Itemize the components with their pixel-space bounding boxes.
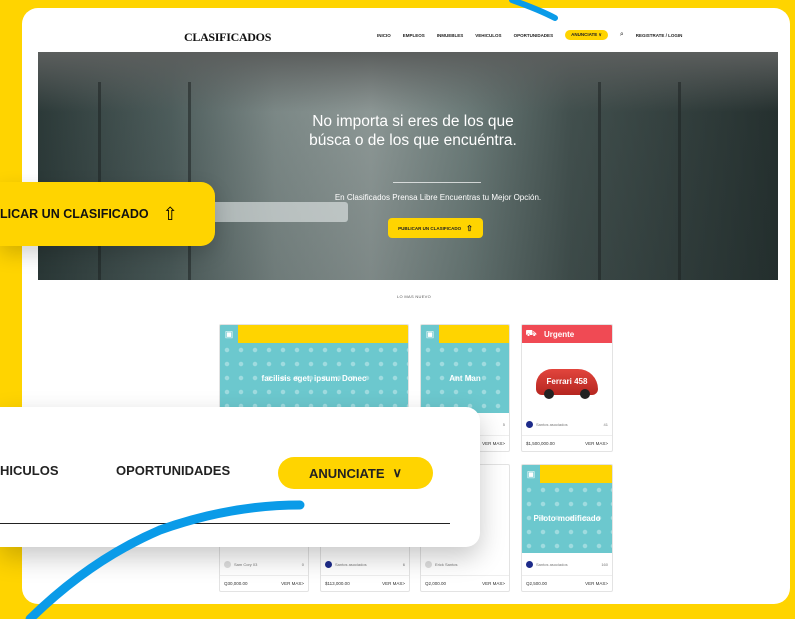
card-price: $1,500,000.00	[526, 441, 555, 446]
ver-mas-link[interactable]: VER MAS>	[281, 581, 304, 586]
share-icon: ⇧	[466, 223, 473, 233]
seller-name: Erick Santos	[435, 561, 458, 567]
card-footer: $113,000.00 VER MAS>	[321, 575, 409, 591]
car-icon: ⛟	[522, 325, 540, 343]
card-title: Ferrari 458	[546, 377, 588, 386]
card-footer: Q2,500.00 VER MAS>	[522, 575, 612, 591]
publish-button[interactable]: PUBLICAR UN CLASIFICADO ⇧	[388, 218, 483, 238]
search-icon[interactable]: ⌕	[620, 31, 624, 39]
window-frame	[678, 82, 681, 280]
menu-item-inmuebles[interactable]: INMUEBLES	[437, 33, 464, 38]
share-icon: ⇧	[162, 203, 178, 224]
card-meta: Sam Cory 03 0	[220, 555, 308, 573]
card-price: $113,000.00	[325, 581, 350, 586]
menu-item-vehiculos-zoom[interactable]: HICULOS	[0, 463, 59, 478]
menu-item-inicio[interactable]: INICIO	[377, 33, 391, 38]
card-header: ⛟ Urgente	[522, 325, 612, 343]
publish-button-label: PUBLICAR UN CLASIFICADO	[398, 225, 462, 231]
anunciate-button-zoom[interactable]: ANUNCIATE ∨	[278, 457, 433, 489]
card-title: facilisis eget, ipsum. Donec	[261, 373, 367, 383]
chevron-down-icon: ∨	[598, 32, 602, 37]
briefcase-icon: ▣	[220, 325, 238, 343]
hero-divider	[393, 182, 481, 183]
underline-divider	[0, 523, 450, 524]
seller-name: Santos asociados	[335, 561, 367, 567]
ver-mas-link[interactable]: VER MAS>	[585, 581, 608, 586]
menu-item-oportunidades[interactable]: OPORTUNIDADES	[514, 33, 554, 38]
view-count: 160	[601, 561, 608, 567]
avatar	[425, 560, 432, 568]
card-image: Piloto modificado	[522, 483, 612, 553]
publish-callout[interactable]: LICAR UN CLASIFICADO ⇧	[0, 182, 215, 246]
window-frame	[188, 82, 191, 280]
card-footer: Q30,000.00 VER MAS>	[220, 575, 308, 591]
ver-mas-link[interactable]: VER MAS>	[482, 441, 505, 446]
hero-ceiling	[38, 52, 778, 112]
card-image: facilisis eget, ipsum. Donec	[220, 343, 408, 413]
view-count: 41	[603, 421, 608, 427]
card-footer: $1,500,000.00 VER MAS>	[522, 435, 612, 451]
ver-mas-link[interactable]: VER MAS>	[382, 581, 405, 586]
window-frame	[98, 82, 101, 280]
card-meta: Santos asociados 41	[522, 415, 612, 433]
anunciate-label: ANUNCIATE	[308, 465, 385, 481]
anunciate-button[interactable]: ANUNCIATE ∨	[565, 30, 608, 40]
avatar	[526, 420, 533, 428]
card-price: Q2,000.00	[425, 581, 447, 586]
menu-item-oportunidades-zoom[interactable]: OPORTUNIDADES	[116, 463, 230, 478]
seller-name: Santos asociados	[536, 561, 568, 567]
briefcase-icon: ▣	[522, 465, 540, 483]
chevron-down-icon: ∨	[392, 465, 403, 480]
anunciate-label: ANUNCIATE	[571, 32, 598, 37]
section-label: LO MAS NUEVO	[397, 294, 432, 299]
hero-subtitle: En Clasificados Prensa Libre Encuentras …	[334, 193, 542, 202]
card-image: Ant Man	[421, 343, 509, 413]
card-price: Q2,500.00	[526, 581, 548, 586]
card-footer: Q2,000.00 VER MAS>	[421, 575, 509, 591]
ver-mas-link[interactable]: VER MAS>	[585, 441, 608, 446]
top-nav: CLASIFICADOS INICIO EMPLEOS INMUEBLES VE…	[22, 8, 790, 50]
card-header: ▣	[421, 325, 509, 343]
card-meta: Santos asociados 160	[522, 555, 612, 573]
hero-title: No importa si eres de los que búsca o de…	[309, 113, 517, 149]
view-count: 5	[502, 421, 505, 427]
main-menu: INICIO EMPLEOS INMUEBLES VEHICULOS OPORT…	[377, 30, 682, 40]
briefcase-icon: ▣	[421, 325, 439, 343]
seller-name: Santos asociados	[536, 421, 568, 427]
listing-card-urgent[interactable]: ⛟ Urgente Ferrari 458 Santos asociados 41 …	[521, 324, 613, 452]
card-meta: Santos asociados 6	[321, 555, 409, 573]
card-title: Piloto modificado	[533, 513, 601, 523]
card-meta: Erick Santos	[421, 555, 509, 573]
ver-mas-link[interactable]: VER MAS>	[482, 581, 505, 586]
card-title: Ant Man	[449, 373, 481, 383]
view-count: 0	[301, 561, 304, 567]
publish-callout-label: LICAR UN CLASIFICADO	[0, 207, 149, 221]
window-frame	[598, 82, 601, 280]
site-logo[interactable]: CLASIFICADOS	[184, 30, 271, 45]
urgent-badge: Urgente	[544, 329, 575, 339]
avatar	[526, 560, 533, 568]
view-count: 6	[402, 561, 405, 567]
card-image: Ferrari 458	[522, 343, 612, 413]
nav-zoom-callout: HICULOS OPORTUNIDADES ANUNCIATE ∨	[0, 407, 480, 547]
menu-item-empleos[interactable]: EMPLEOS	[403, 33, 425, 38]
register-login-link[interactable]: REGISTRATE / LOGIN	[636, 33, 683, 38]
menu-item-vehiculos[interactable]: VEHICULOS	[475, 33, 501, 38]
listing-card[interactable]: ▣ Piloto modificado Santos asociados 160 …	[521, 464, 613, 592]
seller-name: Sam Cory 03	[234, 561, 258, 567]
card-header: ▣	[522, 465, 612, 483]
card-header: ▣	[220, 325, 408, 343]
avatar	[224, 560, 231, 568]
avatar	[325, 560, 332, 568]
card-price: Q30,000.00	[224, 581, 248, 586]
